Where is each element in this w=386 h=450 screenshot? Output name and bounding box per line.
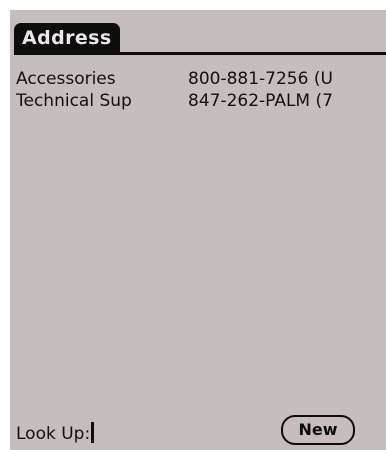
entry-phone: 847-262-PALM (7 [188, 91, 333, 111]
app-title[interactable]: Address [14, 23, 120, 54]
text-cursor [91, 422, 95, 443]
list-item[interactable]: Technical Sup 847-262-PALM (7 [16, 90, 386, 112]
entry-name: Accessories [16, 69, 116, 89]
lookup-field[interactable]: Look Up: [16, 421, 95, 447]
address-list: Accessories 800-881-7256 (U Technical Su… [16, 68, 386, 112]
title-underline [14, 52, 386, 55]
list-item[interactable]: Accessories 800-881-7256 (U [16, 68, 386, 90]
entry-phone: 800-881-7256 (U [188, 69, 333, 89]
palm-screen: Address Accessories 800-881-7256 (U Tech… [10, 10, 386, 450]
lookup-label: Look Up: [16, 424, 91, 444]
entry-name: Technical Sup [16, 91, 132, 111]
new-button[interactable]: New [281, 415, 355, 445]
